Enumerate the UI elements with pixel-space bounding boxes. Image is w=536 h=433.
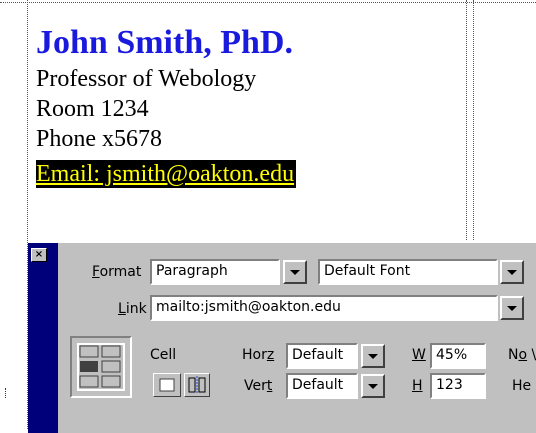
width-label: W: [412, 347, 426, 363]
horz-align-select[interactable]: Default: [286, 343, 358, 369]
vert-dropdown-arrow-icon[interactable]: [361, 374, 385, 398]
split-cells-icon[interactable]: [184, 373, 210, 397]
table-cell-content[interactable]: John Smith, PhD. Professor of Webology R…: [36, 22, 297, 188]
text-title[interactable]: Professor of Webology: [36, 64, 296, 94]
nowrap-label: No \: [508, 347, 536, 363]
header-label: He: [512, 378, 532, 394]
format-select[interactable]: Paragraph: [150, 259, 280, 285]
height-label: H: [412, 378, 423, 394]
cell-border-right-outer: [473, 0, 474, 240]
horz-label: Horz: [242, 347, 275, 363]
width-input[interactable]: 45%: [430, 343, 486, 369]
table-border-top: [0, 2, 536, 3]
link-input[interactable]: mailto:jsmith@oakton.edu: [150, 295, 498, 321]
table-cell-icon: [70, 336, 132, 398]
heading-name[interactable]: John Smith, PhD.: [36, 22, 296, 64]
merge-cells-icon[interactable]: [153, 373, 181, 397]
text-phone[interactable]: Phone x5678: [36, 124, 296, 154]
text-room[interactable]: Room 1234: [36, 94, 296, 124]
font-dropdown-arrow-icon[interactable]: [500, 260, 524, 284]
height-input[interactable]: 123: [430, 373, 486, 399]
cell-border-right: [466, 0, 467, 240]
link-dropdown-arrow-icon[interactable]: [500, 296, 524, 320]
format-label: Format: [92, 264, 142, 280]
horz-dropdown-arrow-icon[interactable]: [361, 344, 385, 368]
link-label: Link: [118, 301, 147, 317]
vert-label: Vert: [244, 378, 273, 394]
selection-marker: [5, 388, 10, 398]
table-cell-glyph: [77, 343, 125, 391]
cell-label: Cell: [150, 347, 177, 363]
close-icon[interactable]: ×: [31, 248, 47, 262]
email-link-selected[interactable]: Email: jsmith@oakton.edu: [36, 160, 297, 188]
inspector-titlebar[interactable]: [28, 243, 58, 433]
font-select[interactable]: Default Font: [318, 259, 498, 285]
vert-align-select[interactable]: Default: [286, 373, 358, 399]
format-dropdown-arrow-icon[interactable]: [283, 260, 307, 284]
